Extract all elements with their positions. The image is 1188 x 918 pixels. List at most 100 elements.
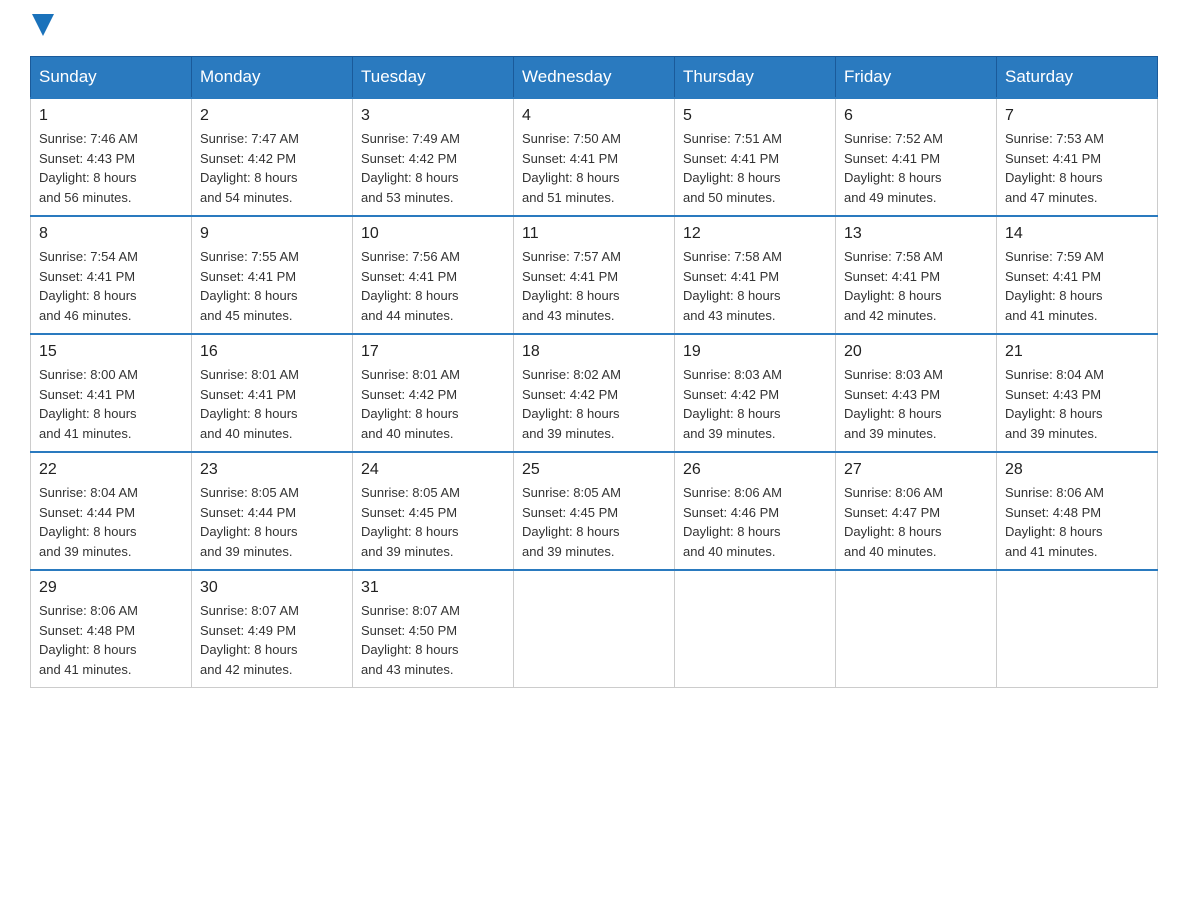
day-number: 22 bbox=[39, 461, 183, 479]
weekday-header-row: SundayMondayTuesdayWednesdayThursdayFrid… bbox=[31, 57, 1158, 99]
calendar-cell: 26 Sunrise: 8:06 AMSunset: 4:46 PMDaylig… bbox=[675, 452, 836, 570]
day-info: Sunrise: 7:58 AMSunset: 4:41 PMDaylight:… bbox=[683, 247, 827, 325]
calendar-cell bbox=[675, 570, 836, 688]
day-info: Sunrise: 8:02 AMSunset: 4:42 PMDaylight:… bbox=[522, 365, 666, 443]
calendar-cell: 17 Sunrise: 8:01 AMSunset: 4:42 PMDaylig… bbox=[353, 334, 514, 452]
calendar-cell: 12 Sunrise: 7:58 AMSunset: 4:41 PMDaylig… bbox=[675, 216, 836, 334]
calendar-cell: 30 Sunrise: 8:07 AMSunset: 4:49 PMDaylig… bbox=[192, 570, 353, 688]
calendar-cell bbox=[836, 570, 997, 688]
calendar-week-row: 8 Sunrise: 7:54 AMSunset: 4:41 PMDayligh… bbox=[31, 216, 1158, 334]
day-info: Sunrise: 8:03 AMSunset: 4:43 PMDaylight:… bbox=[844, 365, 988, 443]
day-number: 27 bbox=[844, 461, 988, 479]
day-number: 11 bbox=[522, 225, 666, 243]
day-number: 12 bbox=[683, 225, 827, 243]
calendar-week-row: 29 Sunrise: 8:06 AMSunset: 4:48 PMDaylig… bbox=[31, 570, 1158, 688]
day-number: 4 bbox=[522, 107, 666, 125]
day-number: 14 bbox=[1005, 225, 1149, 243]
calendar-body: 1 Sunrise: 7:46 AMSunset: 4:43 PMDayligh… bbox=[31, 98, 1158, 688]
calendar-cell: 6 Sunrise: 7:52 AMSunset: 4:41 PMDayligh… bbox=[836, 98, 997, 216]
day-info: Sunrise: 8:04 AMSunset: 4:44 PMDaylight:… bbox=[39, 483, 183, 561]
calendar-cell: 23 Sunrise: 8:05 AMSunset: 4:44 PMDaylig… bbox=[192, 452, 353, 570]
calendar-week-row: 22 Sunrise: 8:04 AMSunset: 4:44 PMDaylig… bbox=[31, 452, 1158, 570]
day-number: 8 bbox=[39, 225, 183, 243]
calendar-cell: 22 Sunrise: 8:04 AMSunset: 4:44 PMDaylig… bbox=[31, 452, 192, 570]
day-info: Sunrise: 7:56 AMSunset: 4:41 PMDaylight:… bbox=[361, 247, 505, 325]
day-number: 10 bbox=[361, 225, 505, 243]
calendar-cell bbox=[514, 570, 675, 688]
calendar-cell: 16 Sunrise: 8:01 AMSunset: 4:41 PMDaylig… bbox=[192, 334, 353, 452]
day-info: Sunrise: 7:59 AMSunset: 4:41 PMDaylight:… bbox=[1005, 247, 1149, 325]
weekday-header-friday: Friday bbox=[836, 57, 997, 99]
day-number: 21 bbox=[1005, 343, 1149, 361]
day-info: Sunrise: 8:03 AMSunset: 4:42 PMDaylight:… bbox=[683, 365, 827, 443]
day-info: Sunrise: 7:50 AMSunset: 4:41 PMDaylight:… bbox=[522, 129, 666, 207]
weekday-header-sunday: Sunday bbox=[31, 57, 192, 99]
day-info: Sunrise: 8:01 AMSunset: 4:42 PMDaylight:… bbox=[361, 365, 505, 443]
weekday-header-thursday: Thursday bbox=[675, 57, 836, 99]
day-info: Sunrise: 8:00 AMSunset: 4:41 PMDaylight:… bbox=[39, 365, 183, 443]
day-info: Sunrise: 8:07 AMSunset: 4:50 PMDaylight:… bbox=[361, 601, 505, 679]
calendar-header: SundayMondayTuesdayWednesdayThursdayFrid… bbox=[31, 57, 1158, 99]
day-number: 20 bbox=[844, 343, 988, 361]
day-number: 24 bbox=[361, 461, 505, 479]
day-number: 19 bbox=[683, 343, 827, 361]
day-number: 23 bbox=[200, 461, 344, 479]
calendar-cell: 9 Sunrise: 7:55 AMSunset: 4:41 PMDayligh… bbox=[192, 216, 353, 334]
calendar-cell: 18 Sunrise: 8:02 AMSunset: 4:42 PMDaylig… bbox=[514, 334, 675, 452]
day-number: 26 bbox=[683, 461, 827, 479]
day-info: Sunrise: 7:47 AMSunset: 4:42 PMDaylight:… bbox=[200, 129, 344, 207]
day-info: Sunrise: 7:57 AMSunset: 4:41 PMDaylight:… bbox=[522, 247, 666, 325]
calendar-cell: 13 Sunrise: 7:58 AMSunset: 4:41 PMDaylig… bbox=[836, 216, 997, 334]
calendar-cell: 19 Sunrise: 8:03 AMSunset: 4:42 PMDaylig… bbox=[675, 334, 836, 452]
calendar-cell: 1 Sunrise: 7:46 AMSunset: 4:43 PMDayligh… bbox=[31, 98, 192, 216]
day-number: 7 bbox=[1005, 107, 1149, 125]
calendar-cell: 2 Sunrise: 7:47 AMSunset: 4:42 PMDayligh… bbox=[192, 98, 353, 216]
day-info: Sunrise: 7:53 AMSunset: 4:41 PMDaylight:… bbox=[1005, 129, 1149, 207]
day-info: Sunrise: 8:05 AMSunset: 4:44 PMDaylight:… bbox=[200, 483, 344, 561]
day-info: Sunrise: 7:49 AMSunset: 4:42 PMDaylight:… bbox=[361, 129, 505, 207]
day-number: 31 bbox=[361, 579, 505, 597]
day-info: Sunrise: 8:07 AMSunset: 4:49 PMDaylight:… bbox=[200, 601, 344, 679]
day-number: 17 bbox=[361, 343, 505, 361]
day-number: 6 bbox=[844, 107, 988, 125]
day-number: 28 bbox=[1005, 461, 1149, 479]
day-info: Sunrise: 8:06 AMSunset: 4:48 PMDaylight:… bbox=[1005, 483, 1149, 561]
day-number: 3 bbox=[361, 107, 505, 125]
calendar-cell: 10 Sunrise: 7:56 AMSunset: 4:41 PMDaylig… bbox=[353, 216, 514, 334]
day-info: Sunrise: 7:52 AMSunset: 4:41 PMDaylight:… bbox=[844, 129, 988, 207]
day-info: Sunrise: 7:54 AMSunset: 4:41 PMDaylight:… bbox=[39, 247, 183, 325]
calendar-cell: 3 Sunrise: 7:49 AMSunset: 4:42 PMDayligh… bbox=[353, 98, 514, 216]
day-number: 13 bbox=[844, 225, 988, 243]
day-info: Sunrise: 8:05 AMSunset: 4:45 PMDaylight:… bbox=[522, 483, 666, 561]
day-info: Sunrise: 8:01 AMSunset: 4:41 PMDaylight:… bbox=[200, 365, 344, 443]
day-info: Sunrise: 8:06 AMSunset: 4:46 PMDaylight:… bbox=[683, 483, 827, 561]
calendar-cell: 31 Sunrise: 8:07 AMSunset: 4:50 PMDaylig… bbox=[353, 570, 514, 688]
calendar-cell: 25 Sunrise: 8:05 AMSunset: 4:45 PMDaylig… bbox=[514, 452, 675, 570]
day-number: 9 bbox=[200, 225, 344, 243]
day-number: 25 bbox=[522, 461, 666, 479]
day-number: 5 bbox=[683, 107, 827, 125]
calendar-week-row: 15 Sunrise: 8:00 AMSunset: 4:41 PMDaylig… bbox=[31, 334, 1158, 452]
calendar-cell: 7 Sunrise: 7:53 AMSunset: 4:41 PMDayligh… bbox=[997, 98, 1158, 216]
logo bbox=[30, 20, 54, 36]
day-info: Sunrise: 8:05 AMSunset: 4:45 PMDaylight:… bbox=[361, 483, 505, 561]
calendar-cell: 24 Sunrise: 8:05 AMSunset: 4:45 PMDaylig… bbox=[353, 452, 514, 570]
calendar-cell: 27 Sunrise: 8:06 AMSunset: 4:47 PMDaylig… bbox=[836, 452, 997, 570]
day-info: Sunrise: 8:06 AMSunset: 4:47 PMDaylight:… bbox=[844, 483, 988, 561]
calendar-cell: 28 Sunrise: 8:06 AMSunset: 4:48 PMDaylig… bbox=[997, 452, 1158, 570]
calendar-table: SundayMondayTuesdayWednesdayThursdayFrid… bbox=[30, 56, 1158, 688]
calendar-cell: 8 Sunrise: 7:54 AMSunset: 4:41 PMDayligh… bbox=[31, 216, 192, 334]
day-number: 1 bbox=[39, 107, 183, 125]
day-number: 18 bbox=[522, 343, 666, 361]
calendar-cell bbox=[997, 570, 1158, 688]
day-number: 29 bbox=[39, 579, 183, 597]
calendar-cell: 5 Sunrise: 7:51 AMSunset: 4:41 PMDayligh… bbox=[675, 98, 836, 216]
day-info: Sunrise: 8:04 AMSunset: 4:43 PMDaylight:… bbox=[1005, 365, 1149, 443]
calendar-cell: 4 Sunrise: 7:50 AMSunset: 4:41 PMDayligh… bbox=[514, 98, 675, 216]
day-info: Sunrise: 7:58 AMSunset: 4:41 PMDaylight:… bbox=[844, 247, 988, 325]
calendar-cell: 29 Sunrise: 8:06 AMSunset: 4:48 PMDaylig… bbox=[31, 570, 192, 688]
day-number: 2 bbox=[200, 107, 344, 125]
weekday-header-monday: Monday bbox=[192, 57, 353, 99]
weekday-header-saturday: Saturday bbox=[997, 57, 1158, 99]
calendar-cell: 20 Sunrise: 8:03 AMSunset: 4:43 PMDaylig… bbox=[836, 334, 997, 452]
